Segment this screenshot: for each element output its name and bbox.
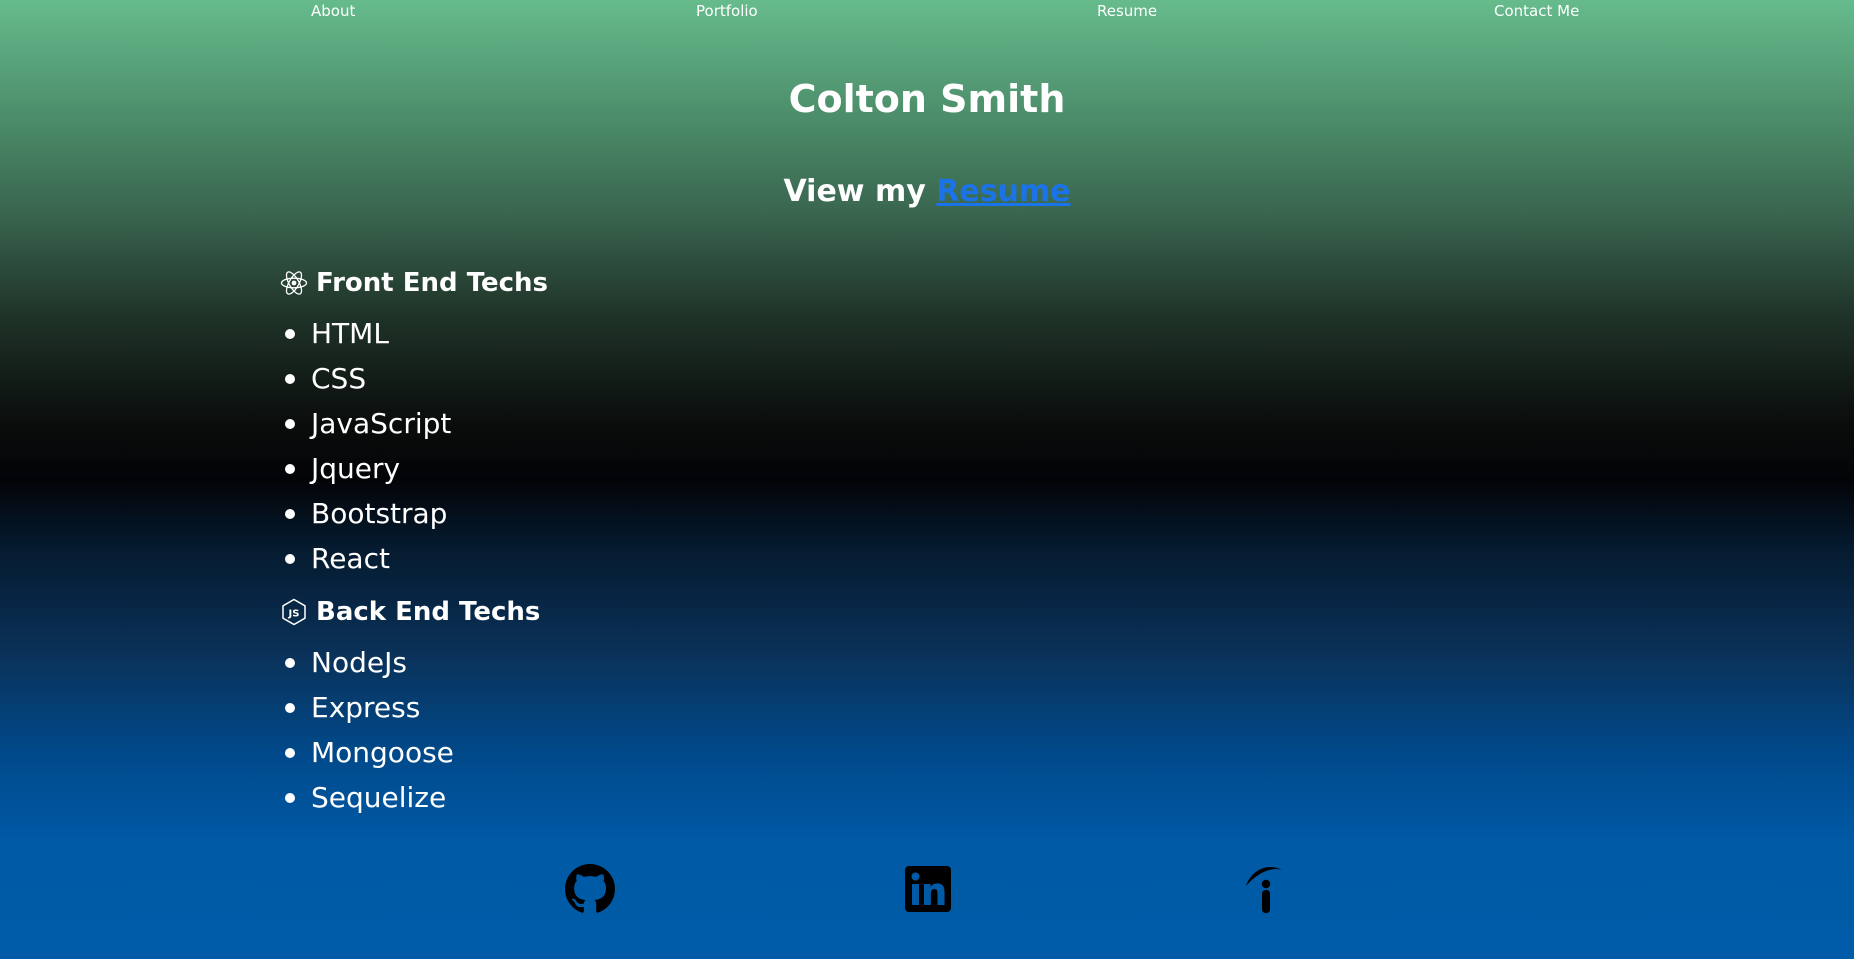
react-icon [280,269,308,297]
github-icon [565,864,615,913]
front-end-heading: Front End Techs [280,268,548,298]
resume-prefix: View my [783,174,926,209]
list-item: Sequelize [280,775,454,820]
back-end-heading: JS Back End Techs [280,597,540,627]
back-end-heading-label: Back End Techs [316,597,541,627]
front-end-list: HTML CSS JavaScript Jquery Bootstrap Rea… [280,311,451,581]
linkedin-link[interactable] [903,864,953,914]
top-nav: About Portfolio Resume Contact Me [0,0,1854,24]
nav-link-contact[interactable]: Contact Me [1494,2,1579,20]
resume-link[interactable]: Resume [936,174,1070,209]
list-item: NodeJs [280,640,454,685]
list-item: HTML [280,311,451,356]
github-link[interactable] [565,864,615,914]
list-item: Mongoose [280,730,454,775]
nav-link-portfolio[interactable]: Portfolio [696,2,758,20]
indeed-link[interactable] [1240,864,1290,914]
list-item: CSS [280,356,451,401]
svg-text:JS: JS [288,609,300,620]
nav-link-about[interactable]: About [311,2,355,20]
linkedin-icon [905,866,951,912]
list-item: React [280,536,451,581]
nav-link-resume[interactable]: Resume [1097,2,1157,20]
list-item: Bootstrap [280,491,451,536]
indeed-icon [1246,866,1282,913]
list-item: Jquery [280,446,451,491]
front-end-heading-label: Front End Techs [316,268,549,298]
back-end-list: NodeJs Express Mongoose Sequelize [280,640,454,820]
resume-callout: View my Resume [0,170,1854,214]
list-item: JavaScript [280,401,451,446]
nodejs-icon: JS [280,598,308,626]
page-title: Colton Smith [788,77,1066,121]
list-item: Express [280,685,454,730]
